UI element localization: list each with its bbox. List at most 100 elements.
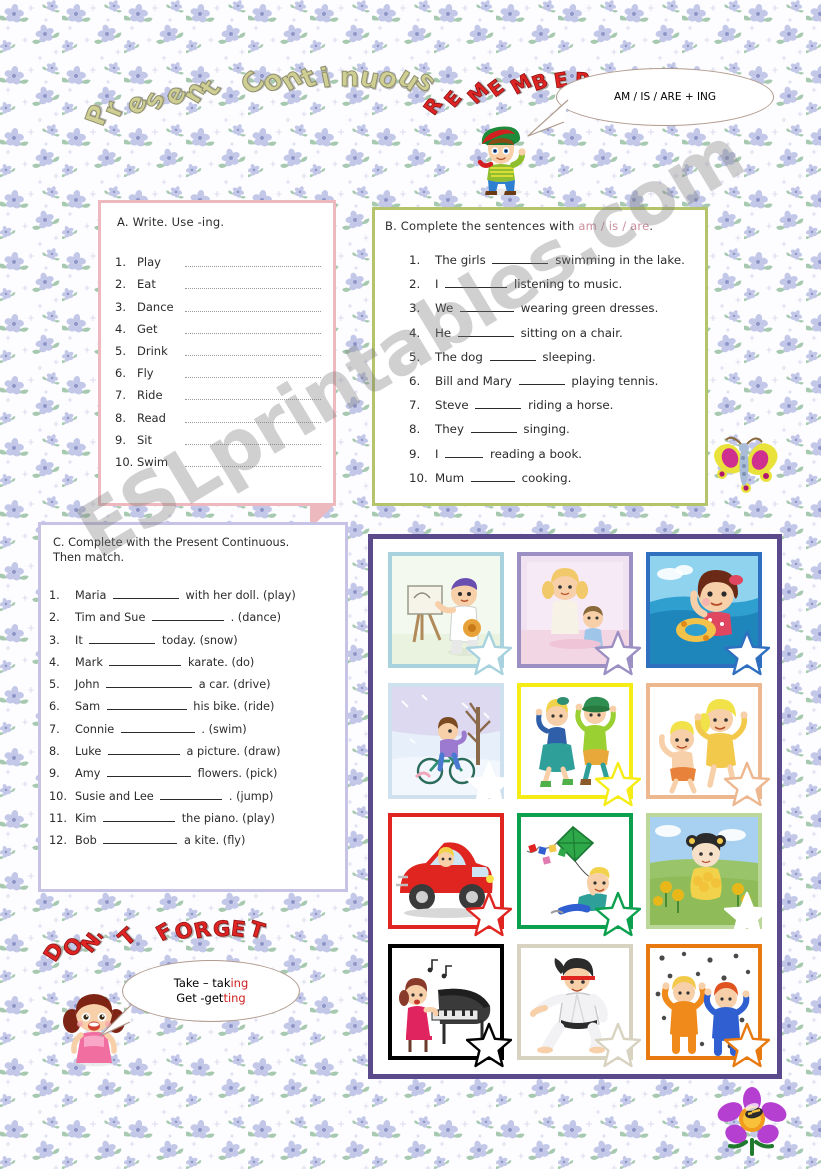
sentence-suffix: sleeping. xyxy=(538,349,596,364)
picture-grid xyxy=(383,547,771,1067)
exercise-c-row: 11. Kim the piano. (play) xyxy=(49,810,341,832)
picture-boy-flying-kite[interactable] xyxy=(516,813,641,937)
forget-rule-line2: Get -getting xyxy=(174,991,249,1006)
picture-children-playing-snow[interactable] xyxy=(646,943,771,1067)
item-number: 9. xyxy=(49,767,60,781)
picture-woman-driving-car[interactable] xyxy=(387,813,512,937)
matching-star[interactable] xyxy=(724,891,771,937)
answer-dotted-line[interactable] xyxy=(185,343,321,356)
picture-girl-playing-piano[interactable] xyxy=(387,943,512,1067)
picture-cell[interactable] xyxy=(512,678,641,806)
answer-dotted-line[interactable] xyxy=(185,454,321,467)
page-title: Present Continuous xyxy=(79,60,442,140)
sentence-suffix: a picture. (draw) xyxy=(182,745,281,759)
answer-blank[interactable] xyxy=(107,765,192,778)
answer-dotted-line[interactable] xyxy=(185,254,321,268)
picture-cell[interactable] xyxy=(512,939,641,1067)
answer-blank[interactable] xyxy=(489,349,536,361)
picture-cell[interactable] xyxy=(512,547,641,676)
answer-blank[interactable] xyxy=(445,446,484,458)
answer-dotted-line[interactable] xyxy=(185,432,321,445)
answer-dotted-line[interactable] xyxy=(185,365,321,379)
exercise-b-row: 2. I listening to music. xyxy=(409,276,695,300)
sentence-text: Luke a picture. (draw) xyxy=(75,743,280,758)
matching-star[interactable] xyxy=(594,891,641,937)
answer-blank[interactable] xyxy=(475,397,522,410)
picture-cell[interactable] xyxy=(383,547,512,676)
item-number: 5. xyxy=(409,349,421,364)
answer-blank[interactable] xyxy=(160,788,223,800)
answer-blank[interactable] xyxy=(103,810,176,822)
picture-cell[interactable] xyxy=(383,939,512,1067)
sentence-suffix: playing tennis. xyxy=(567,373,659,388)
answer-blank[interactable] xyxy=(518,373,565,385)
picture-cell[interactable] xyxy=(383,808,512,937)
matching-star[interactable] xyxy=(465,891,512,937)
sentence-prefix: I xyxy=(435,446,443,461)
answer-dotted-line[interactable] xyxy=(185,321,321,334)
matching-star[interactable] xyxy=(724,1022,771,1068)
answer-dotted-line[interactable] xyxy=(185,276,321,290)
picture-children-jumping[interactable] xyxy=(646,682,771,806)
picture-boy-drawing-picture[interactable] xyxy=(387,552,512,676)
answer-blank[interactable] xyxy=(106,676,193,689)
picture-matching-panel xyxy=(368,534,782,1079)
exercise-b-row: 4. He sitting on a chair. xyxy=(409,325,695,349)
answer-dotted-line[interactable] xyxy=(185,410,321,423)
picture-boy-doing-karate[interactable] xyxy=(516,943,641,1067)
forget-line1-base: Take – tak xyxy=(173,976,231,990)
answer-dotted-line[interactable] xyxy=(185,387,321,401)
forget-rule-line1: Take – taking xyxy=(174,976,249,991)
picture-boy-riding-bike-snow[interactable] xyxy=(387,682,512,806)
answer-blank[interactable] xyxy=(89,632,156,644)
sentence-prefix: Maria xyxy=(75,589,110,602)
picture-girls-playing-doll[interactable] xyxy=(516,552,641,676)
forget-line2-base: Get -get xyxy=(176,991,224,1005)
exercise-c-heading-line1: C. Complete with the Present Continuous. xyxy=(53,536,290,549)
sentence-text: Steve riding a horse. xyxy=(435,397,613,412)
answer-blank[interactable] xyxy=(470,470,515,482)
picture-cell[interactable] xyxy=(642,678,771,806)
item-number: 9. xyxy=(409,446,421,461)
matching-star[interactable] xyxy=(724,761,771,807)
answer-blank[interactable] xyxy=(445,276,508,289)
answer-blank[interactable] xyxy=(112,587,179,599)
picture-girl-swimming[interactable] xyxy=(646,552,771,676)
picture-cell[interactable] xyxy=(512,808,641,937)
answer-blank[interactable] xyxy=(106,698,187,711)
sentence-prefix: They xyxy=(435,422,468,437)
answer-blank[interactable] xyxy=(107,743,180,756)
picture-girl-picking-flowers[interactable] xyxy=(646,813,771,937)
answer-blank[interactable] xyxy=(457,325,514,337)
item-number: 7. xyxy=(49,722,60,736)
verb-label: Get xyxy=(137,321,158,336)
answer-blank[interactable] xyxy=(103,832,178,845)
answer-blank[interactable] xyxy=(120,721,195,733)
picture-children-dancing[interactable] xyxy=(516,682,641,806)
item-number: 3. xyxy=(409,301,421,316)
answer-blank[interactable] xyxy=(492,252,549,264)
matching-star[interactable] xyxy=(465,1022,512,1068)
exercise-c-row: 8. Luke a picture. (draw) xyxy=(49,743,341,765)
picture-cell[interactable] xyxy=(642,808,771,937)
answer-blank[interactable] xyxy=(459,300,514,313)
matching-star[interactable] xyxy=(594,761,641,807)
matching-star[interactable] xyxy=(594,1022,641,1068)
picture-cell[interactable] xyxy=(642,547,771,676)
butterfly-icon xyxy=(714,436,778,493)
answer-dotted-line[interactable] xyxy=(185,299,321,312)
exercise-b-list: 1. The girls swimming in the lake. 2. I lis… xyxy=(409,252,695,494)
picture-cell[interactable] xyxy=(642,939,771,1067)
picture-cell[interactable] xyxy=(383,678,512,806)
exercise-a-row: 5. Drink xyxy=(115,336,321,358)
matching-star[interactable] xyxy=(594,630,641,676)
answer-blank[interactable] xyxy=(470,421,517,434)
answer-blank[interactable] xyxy=(109,654,182,666)
matching-star[interactable] xyxy=(465,761,512,807)
answer-blank[interactable] xyxy=(152,609,225,622)
item-number: 12. xyxy=(49,834,67,848)
verb-label: Dance xyxy=(137,299,174,314)
matching-star[interactable] xyxy=(724,630,771,676)
matching-star[interactable] xyxy=(465,630,512,676)
dont-forget-speech-bubble: Take – taking Get -getting xyxy=(122,960,300,1022)
